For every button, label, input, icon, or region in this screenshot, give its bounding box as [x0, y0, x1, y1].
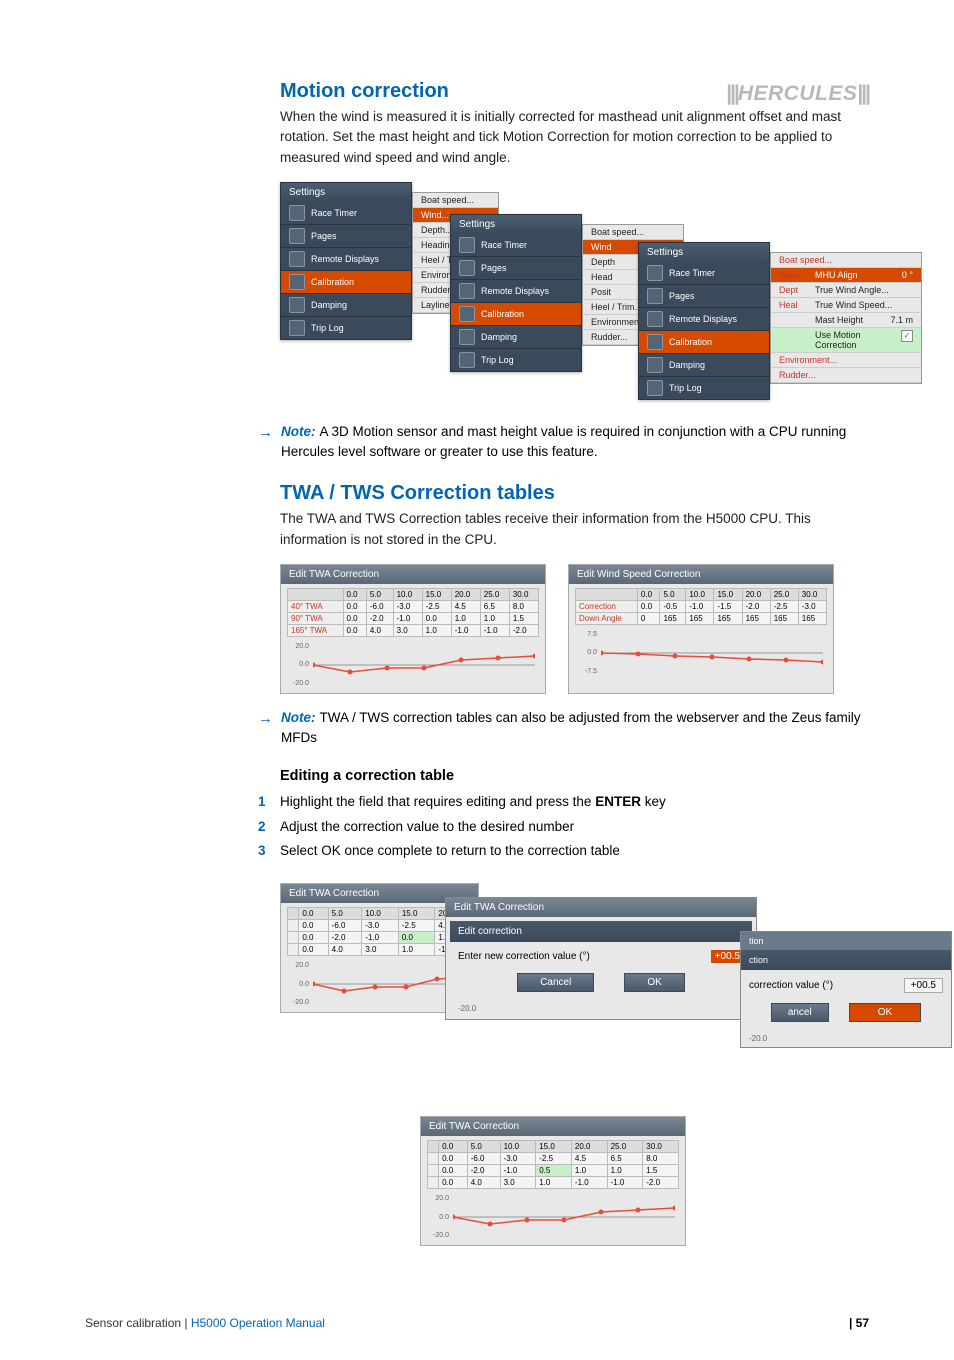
- menu-item[interactable]: Trip Log: [639, 377, 769, 399]
- step-3: Select OK once complete to return to the…: [280, 839, 620, 863]
- edit-cascade-figure: Edit TWA Correction 0.05.010.015.020.00.…: [280, 883, 869, 1098]
- menu-item[interactable]: Trip Log: [451, 349, 581, 371]
- ok-button[interactable]: OK: [624, 973, 684, 992]
- cancel-button[interactable]: Cancel: [517, 973, 594, 992]
- settings-title-3: Settings: [639, 243, 769, 262]
- note-motion: → Note:A 3D Motion sensor and mast heigh…: [258, 422, 869, 463]
- menu-item[interactable]: Trip Log: [281, 317, 411, 339]
- menu-item[interactable]: Remote Displays: [639, 308, 769, 331]
- menu-item[interactable]: Damping: [281, 294, 411, 317]
- correction-tables-figure: Edit TWA Correction 0.05.010.015.020.025…: [280, 564, 869, 694]
- note-arrow-icon: →: [258, 422, 273, 445]
- step-1: Highlight the field that requires editin…: [280, 790, 666, 814]
- cancel-button-2[interactable]: ancel: [771, 1003, 829, 1022]
- twa-chart-icon: [313, 643, 535, 687]
- menu-item[interactable]: Pages: [639, 285, 769, 308]
- note-twa: → Note:TWA / TWS correction tables can a…: [258, 708, 869, 749]
- editing-heading: Editing a correction table: [280, 768, 869, 784]
- value-input[interactable]: +00.5: [711, 950, 744, 963]
- ok-button-selected[interactable]: OK: [849, 1003, 921, 1022]
- menu-item[interactable]: Race Timer: [451, 234, 581, 257]
- menu-item[interactable]: Remote Displays: [451, 280, 581, 303]
- menu-item[interactable]: Remote Displays: [281, 248, 411, 271]
- tws-corr-title: Edit Wind Speed Correction: [569, 565, 833, 584]
- menu-item[interactable]: Calibration: [639, 331, 769, 354]
- menu-item[interactable]: Calibration: [281, 271, 411, 294]
- section-motion-body: When the wind is measured it is initiall…: [280, 107, 869, 168]
- twa-corr-title: Edit TWA Correction: [281, 565, 545, 584]
- menu-item[interactable]: Race Timer: [639, 262, 769, 285]
- settings-cascade-figure: Settings Race TimerPagesRemote DisplaysC…: [280, 182, 869, 402]
- edit-prompt: Enter new correction value (°): [458, 951, 590, 962]
- tws-chart-icon: [601, 631, 823, 675]
- footer-left: Sensor calibration | H5000 Operation Man…: [85, 1316, 325, 1330]
- menu-item[interactable]: Damping: [639, 354, 769, 377]
- menu-item[interactable]: Pages: [451, 257, 581, 280]
- settings-title-1: Settings: [281, 183, 411, 202]
- menu-item[interactable]: Calibration: [451, 303, 581, 326]
- menu-item[interactable]: Damping: [451, 326, 581, 349]
- footer-page-number: | 57: [849, 1316, 869, 1330]
- settings-title-2: Settings: [451, 215, 581, 234]
- section-twa-body: The TWA and TWS Correction tables receiv…: [280, 509, 869, 550]
- menu-item[interactable]: Pages: [281, 225, 411, 248]
- note-arrow-icon: →: [258, 708, 273, 731]
- brand-logo: |||HERCULES|||: [726, 82, 869, 106]
- menu-item[interactable]: Race Timer: [281, 202, 411, 225]
- section-twa-title: TWA / TWS Correction tables: [280, 482, 869, 505]
- step-2: Adjust the correction value to the desir…: [280, 815, 574, 839]
- editing-steps: 1Highlight the field that requires editi…: [258, 790, 869, 863]
